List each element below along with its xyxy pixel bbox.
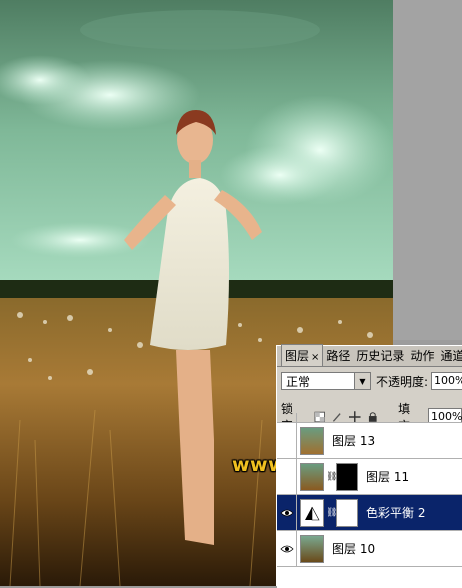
visibility-toggle[interactable] — [277, 459, 297, 494]
layer-row[interactable]: ⛓ 图层 11 — [277, 459, 462, 495]
layer-mask-thumbnail[interactable] — [336, 498, 358, 527]
layers-panel: 图层× 路径 历史记录 动作 通道 正常 ▼ 不透明度: 100% 锁定: 填充… — [276, 344, 462, 588]
visibility-toggle[interactable] — [277, 413, 297, 422]
layer-row[interactable]: 图层 13 — [277, 423, 462, 459]
layers-list: 图层 13 ⛓ 图层 11 ⛓ 色彩平衡 2 图层 10 — [277, 413, 462, 588]
layer-thumbnail — [300, 534, 324, 563]
layer-row-partial[interactable] — [277, 413, 462, 423]
workspace-background — [393, 0, 462, 340]
blend-mode-value: 正常 — [286, 374, 311, 389]
panel-tabs: 图层 × 路径 历史记录 动作 通道 — [277, 344, 462, 367]
layer-row-selected[interactable]: ⛓ 色彩平衡 2 — [277, 495, 462, 531]
layer-name: 图层 13 — [332, 434, 376, 448]
layer-thumbnail — [300, 426, 324, 455]
layer-name: 图层 10 — [332, 542, 376, 556]
adjustment-icon — [300, 498, 324, 527]
chevron-down-icon: ▼ — [354, 373, 370, 389]
tab-history[interactable]: 历史记录 — [353, 345, 407, 366]
opacity-input[interactable]: 100% — [431, 372, 462, 390]
visibility-toggle[interactable] — [277, 423, 297, 458]
layer-name: 色彩平衡 2 — [366, 506, 426, 520]
link-icon: ⛓ — [326, 507, 338, 518]
blend-mode-select[interactable]: 正常 ▼ — [281, 372, 371, 390]
layer-row[interactable]: 图层 10 — [277, 531, 462, 567]
layer-thumbnail — [300, 462, 324, 491]
tab-history-label: 历史记录 — [356, 349, 405, 363]
tab-layers[interactable]: 图层 × — [281, 344, 324, 366]
layer-mask-thumbnail[interactable] — [336, 462, 358, 491]
tab-actions-label: 动作 — [410, 349, 435, 363]
tab-paths[interactable]: 路径 — [323, 345, 353, 366]
layer-name: 图层 11 — [366, 470, 410, 484]
link-icon: ⛓ — [326, 471, 338, 482]
eye-icon[interactable] — [277, 531, 297, 566]
tab-channels[interactable]: 通道 — [437, 345, 462, 366]
eye-icon[interactable] — [277, 495, 297, 530]
tab-actions[interactable]: 动作 — [407, 345, 437, 366]
tab-channels-label: 通道 — [440, 349, 462, 363]
close-icon[interactable]: × — [311, 352, 319, 363]
tab-layers-label: 图层 — [285, 349, 310, 363]
opacity-label: 不透明度: — [376, 374, 429, 389]
tab-paths-label: 路径 — [326, 349, 351, 363]
